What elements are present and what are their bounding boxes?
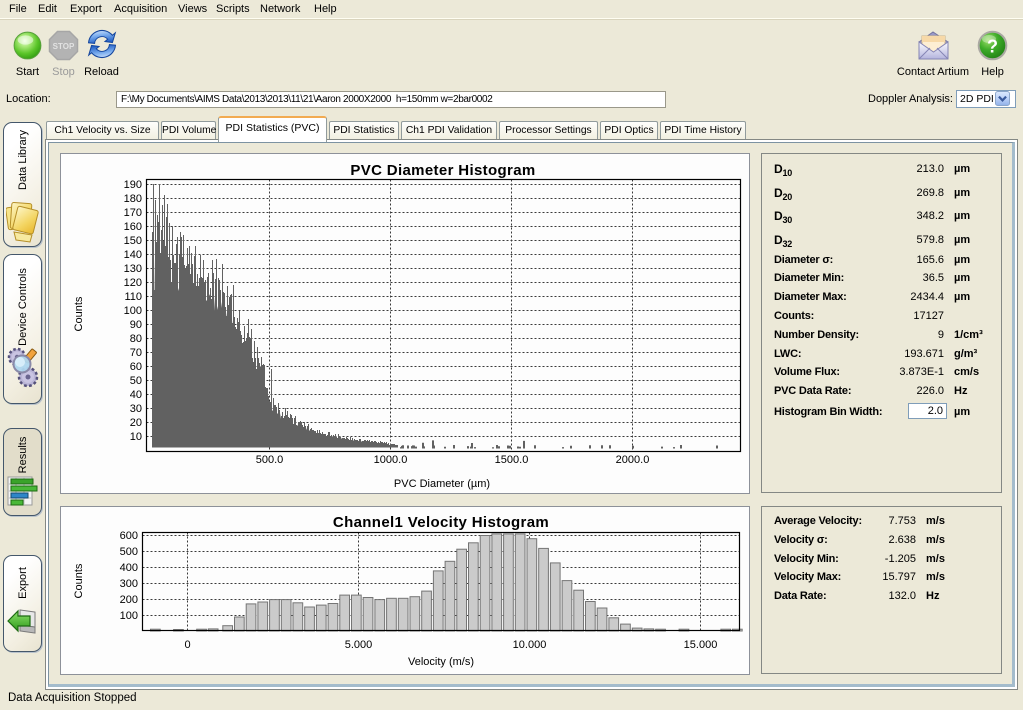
svg-text:PVC Diameter (µm): PVC Diameter (µm) bbox=[394, 478, 490, 490]
svg-text:STOP: STOP bbox=[53, 42, 75, 51]
svg-text:90: 90 bbox=[130, 319, 142, 331]
svg-text:70: 70 bbox=[130, 347, 142, 359]
svg-text:0: 0 bbox=[184, 639, 190, 651]
svg-text:10.000: 10.000 bbox=[513, 639, 547, 651]
svg-text:190: 190 bbox=[124, 179, 142, 191]
svg-text:180: 180 bbox=[124, 193, 142, 205]
svg-text:5.000: 5.000 bbox=[345, 639, 373, 651]
svg-text:50: 50 bbox=[130, 375, 142, 387]
svg-text:130: 130 bbox=[124, 263, 142, 275]
svg-text:Counts: Counts bbox=[73, 563, 85, 598]
svg-text:1000.0: 1000.0 bbox=[374, 454, 408, 466]
svg-text:20: 20 bbox=[130, 417, 142, 429]
svg-text:1500.0: 1500.0 bbox=[495, 454, 529, 466]
svg-text:Channel1 Velocity Histogram: Channel1 Velocity Histogram bbox=[333, 514, 549, 531]
svg-text:500.0: 500.0 bbox=[256, 454, 284, 466]
svg-text:30: 30 bbox=[130, 403, 142, 415]
svg-text:Counts: Counts bbox=[73, 296, 85, 331]
svg-text:110: 110 bbox=[124, 291, 142, 303]
svg-text:140: 140 bbox=[124, 249, 142, 261]
svg-text:170: 170 bbox=[124, 207, 142, 219]
svg-text:100: 100 bbox=[120, 610, 138, 622]
svg-text:160: 160 bbox=[124, 221, 142, 233]
svg-text:?: ? bbox=[987, 37, 998, 57]
svg-text:40: 40 bbox=[130, 389, 142, 401]
svg-text:10: 10 bbox=[130, 431, 142, 443]
svg-text:150: 150 bbox=[124, 235, 142, 247]
svg-text:2000.0: 2000.0 bbox=[616, 454, 650, 466]
svg-text:500: 500 bbox=[120, 546, 138, 558]
svg-text:120: 120 bbox=[124, 277, 142, 289]
svg-text:600: 600 bbox=[120, 530, 138, 542]
svg-text:15.000: 15.000 bbox=[684, 639, 718, 651]
svg-text:PVC Diameter Histogram: PVC Diameter Histogram bbox=[350, 162, 535, 179]
svg-text:300: 300 bbox=[120, 578, 138, 590]
svg-text:80: 80 bbox=[130, 333, 142, 345]
svg-text:100: 100 bbox=[124, 305, 142, 317]
svg-text:200: 200 bbox=[120, 594, 138, 606]
svg-text:400: 400 bbox=[120, 562, 138, 574]
svg-text:Velocity (m/s): Velocity (m/s) bbox=[408, 656, 474, 668]
svg-text:60: 60 bbox=[130, 361, 142, 373]
